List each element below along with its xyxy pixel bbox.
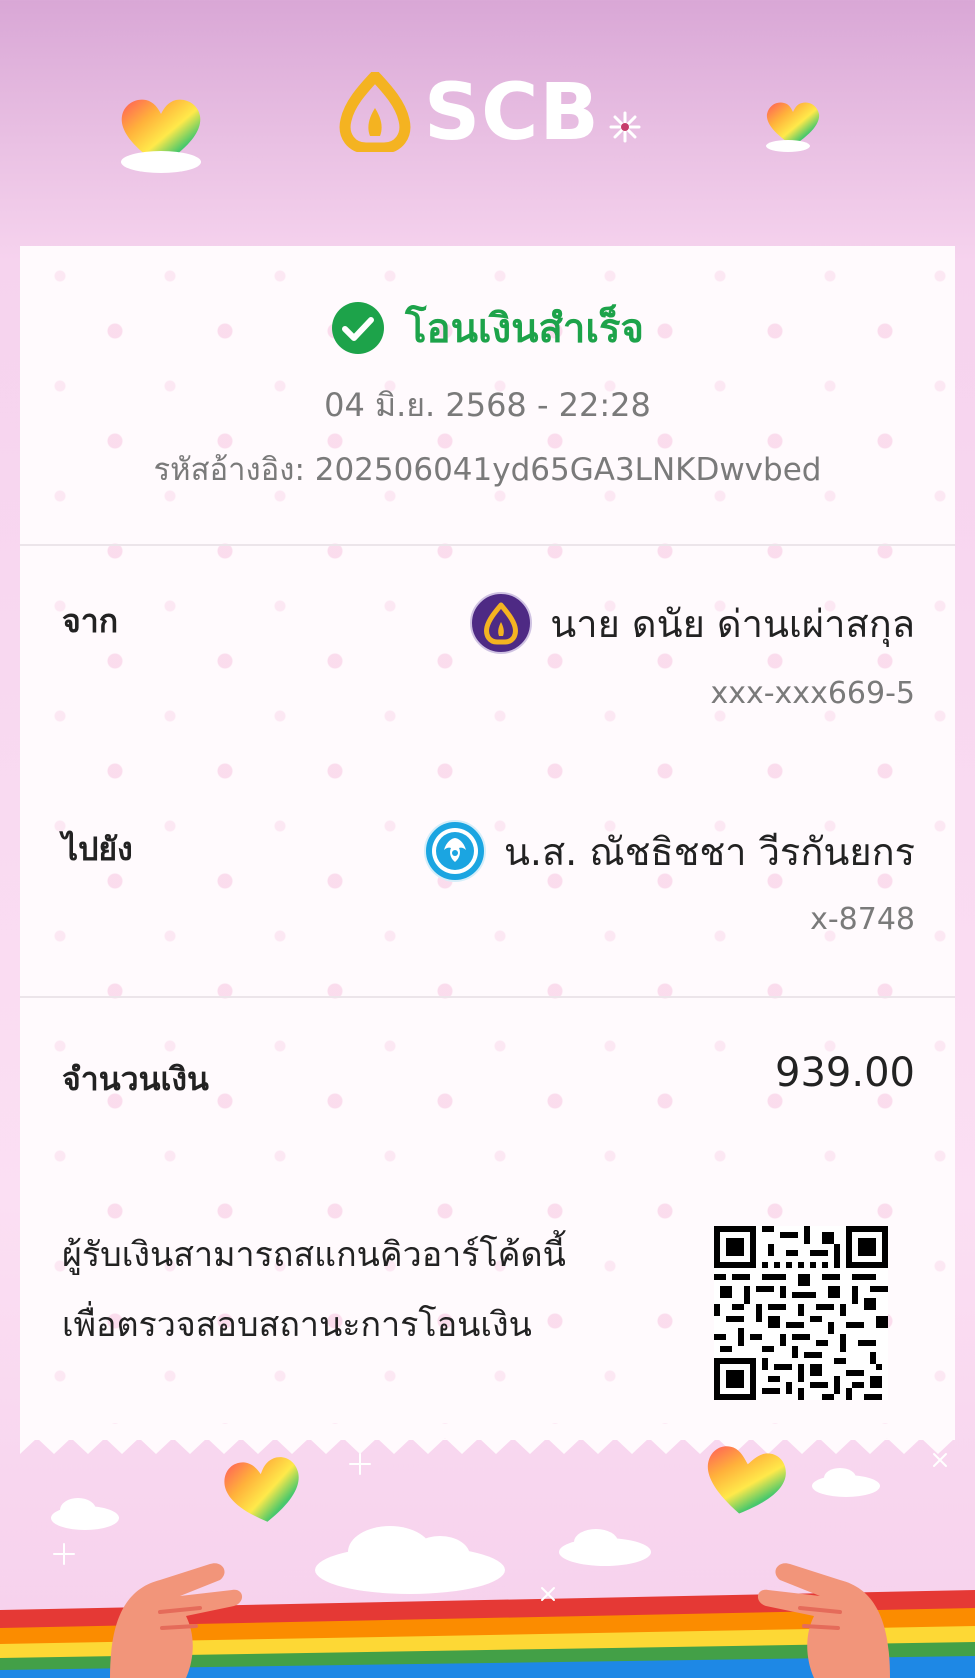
scb-logo-icon [339, 72, 411, 152]
recipient: น.ส. ณัชธิชชา วีรกันยกร [423, 820, 915, 882]
status-text: โอนเงินสำเร็จ [405, 306, 644, 352]
scb-bank-icon [470, 592, 533, 654]
scb-logo: SCB [336, 66, 656, 158]
qr-caption-line: เพื่อตรวจสอบสถานะการโอนเงิน [62, 1305, 532, 1345]
brand-name: SCB [424, 68, 600, 158]
footer-illustration [0, 1440, 975, 1678]
transfer-status: โอนเงินสำเร็จ [20, 296, 955, 360]
receipt-card: โอนเงินสำเร็จ 04 มิ.ย. 2568 - 22:28 รหัส… [20, 246, 955, 1440]
header: SCB [0, 0, 975, 240]
qr-caption: ผู้รับเงินสามารถสแกนคิวอาร์โค้ดนี้ เพื่อ… [62, 1220, 682, 1360]
qr-caption-line: ผู้รับเงินสามารถสแกนคิวอาร์โค้ดนี้ [62, 1235, 566, 1275]
qr-code-icon[interactable] [714, 1226, 888, 1400]
recipient-name: น.ส. ณัชธิชชา วีรกันยกร [503, 829, 915, 874]
amount-label: จำนวนเงิน [62, 1060, 209, 1098]
rainbow-heart-icon [118, 96, 204, 178]
amount-value: 939.00 [775, 1050, 915, 1096]
to-label: ไปยัง [62, 830, 133, 868]
sender-account: xxx-xxx669-5 [710, 676, 915, 711]
sparkle-icon [609, 111, 641, 143]
rainbow-heart-icon [707, 1446, 786, 1514]
sender-name: นาย ดนัย ด่านเผ่าสกุล [550, 601, 915, 646]
divider [20, 544, 955, 546]
check-circle-icon [332, 302, 385, 354]
krungthai-bank-icon [423, 820, 486, 882]
sender: นาย ดนัย ด่านเผ่าสกุล [470, 592, 915, 654]
divider [20, 996, 955, 998]
reference-number: รหัสอ้างอิง: 202506041yd65GA3LNKDwvbed [153, 452, 822, 488]
transaction-datetime: 04 มิ.ย. 2568 - 22:28 [324, 386, 651, 424]
rainbow-heart-icon [764, 100, 822, 156]
recipient-account: x-8748 [810, 902, 915, 937]
rainbow-heart-icon [224, 1457, 299, 1522]
from-label: จาก [62, 602, 119, 640]
